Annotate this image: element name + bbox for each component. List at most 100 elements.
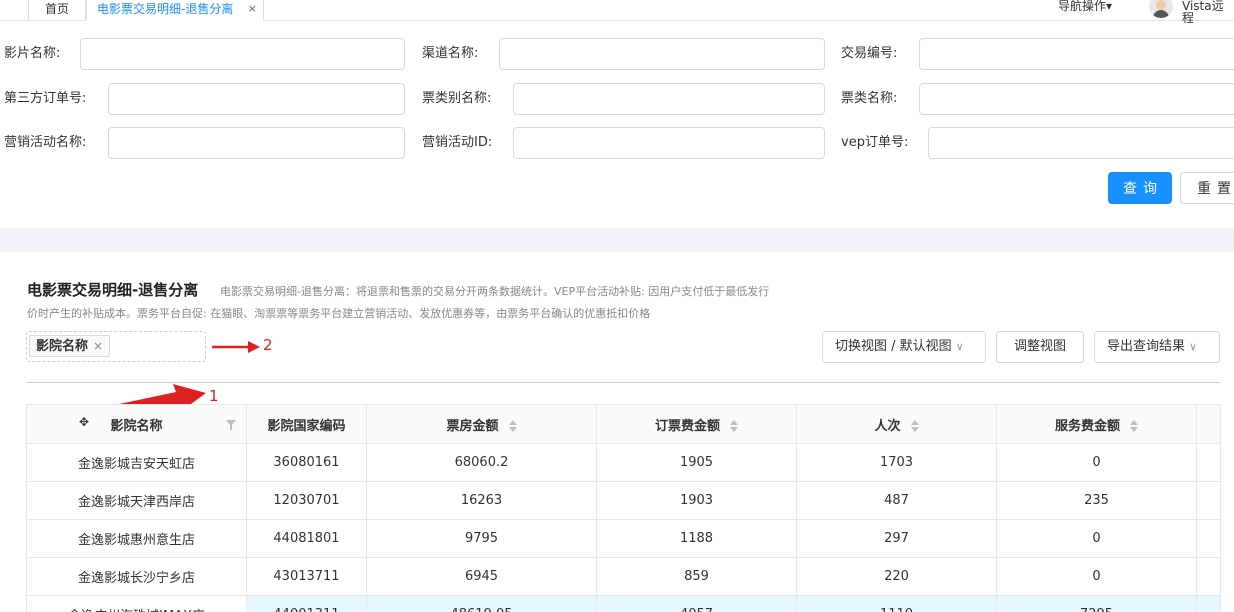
column-header-service-fee[interactable]: 服务费金额 [996, 404, 1197, 444]
table-cell: 297 [796, 519, 997, 558]
table-cell: 859 [596, 557, 797, 596]
trade-no-label: 交易编号: [841, 46, 898, 61]
annotation-number-1: 1 [209, 387, 219, 405]
ticket-type-input[interactable] [919, 83, 1234, 115]
adjust-view-button[interactable]: 调整视图 [996, 331, 1084, 363]
table-cell [1196, 519, 1221, 558]
table-cell: 金逸影城惠州意生店 [26, 519, 247, 558]
tab-ticket-detail[interactable]: 电影票交易明细-退售分离 × [86, 0, 264, 21]
move-icon[interactable]: ✥ [79, 415, 89, 429]
group-by-tag[interactable]: 影院名称 × [29, 335, 111, 357]
user-name[interactable]: Vista远程 [1182, 0, 1234, 24]
tab-ticket-detail-label: 电影票交易明细-退售分离 [97, 2, 234, 16]
annotation-arrow-2 [212, 341, 260, 353]
table-cell: 金逸广州海珠城IMAX店 [26, 595, 247, 612]
table-row[interactable]: 金逸影城天津西岸店 12030701 16263 1903 487 235 [26, 481, 1221, 520]
table-cell: 6945 [366, 557, 597, 596]
channel-name-input[interactable] [499, 38, 825, 70]
toolbar-divider [26, 382, 1220, 383]
table-header-row: ✥ 影院名称 影院国家编码 票房金额 订票费金额 人次 服务费金额 [26, 404, 1221, 444]
table-cell: 487 [796, 481, 997, 520]
table-cell: 220 [796, 557, 997, 596]
table-cell: 1903 [596, 481, 797, 520]
trade-no-input[interactable] [919, 38, 1234, 70]
column-header-label: 影院国家编码 [267, 418, 346, 434]
ticket-category-input[interactable] [513, 83, 825, 115]
table-cell: 36080161 [246, 443, 367, 482]
table-cell: 12030701 [246, 481, 367, 520]
chevron-down-icon: ∨ [1189, 340, 1198, 353]
table-cell: 44001311 [246, 595, 367, 612]
close-icon[interactable]: × [93, 339, 103, 353]
table-cell: 1905 [596, 443, 797, 482]
table-cell: 16263 [366, 481, 597, 520]
table-cell [1196, 481, 1221, 520]
column-header-cinema-code[interactable]: 影院国家编码 [246, 404, 367, 444]
export-label: 导出查询结果 [1107, 339, 1186, 354]
export-dropdown[interactable]: 导出查询结果 ∨ [1094, 331, 1220, 363]
panel-title: 电影票交易明细-退售分离 [27, 281, 199, 299]
table-cell: 1703 [796, 443, 997, 482]
third-order-label: 第三方订单号: [4, 91, 87, 106]
promo-name-label: 营销活动名称: [4, 135, 87, 150]
table-row[interactable]: 金逸影城惠州意生店 44081801 9795 1188 297 0 [26, 519, 1221, 558]
reset-button[interactable]: 重置 [1180, 172, 1234, 204]
table-cell: 0 [996, 443, 1197, 482]
column-header-label: 票房金额 [446, 418, 499, 434]
column-header-cinema-name[interactable]: ✥ 影院名称 [26, 404, 247, 444]
panel-description-line2: 价时产生的补贴成本。票务平台自促: 在猫眼、淘票票等票务平台建立营销活动、发放优… [27, 307, 651, 320]
column-header-box-office[interactable]: 票房金额 [366, 404, 597, 444]
column-header-spacer [1196, 404, 1221, 444]
close-icon[interactable]: × [248, 0, 257, 18]
table-cell: 48619.05 [366, 595, 597, 612]
promo-id-input[interactable] [513, 127, 825, 159]
switch-view-dropdown[interactable]: 切换视图 / 默认视图 ∨ [822, 331, 986, 363]
table-cell: 7295 [996, 595, 1197, 612]
table-cell [1196, 557, 1221, 596]
table-cell: 0 [996, 557, 1197, 596]
table-cell: 1188 [596, 519, 797, 558]
table-cell [1196, 443, 1221, 482]
table-cell: 68060.2 [366, 443, 597, 482]
third-order-input[interactable] [108, 83, 405, 115]
film-name-input[interactable] [80, 38, 405, 70]
filter-icon[interactable] [226, 420, 236, 430]
annotation-number-2: 2 [263, 336, 273, 354]
top-tab-bar: 首页 电影票交易明细-退售分离 × 导航操作▾ Vista远程 [0, 0, 1234, 24]
table-cell: 金逸影城长沙宁乡店 [26, 557, 247, 596]
chevron-down-icon: ∨ [955, 340, 964, 353]
switch-view-label: 切换视图 / 默认视图 [835, 339, 952, 354]
column-header-label: 影院名称 [110, 418, 163, 434]
panel-description-line1: 电影票交易明细-退售分离：将退票和售票的交易分开两条数据统计。VEP平台活动补贴… [220, 285, 770, 298]
table-cell: 44081801 [246, 519, 367, 558]
nav-ops-dropdown[interactable]: 导航操作▾ [1058, 0, 1112, 12]
tab-home[interactable]: 首页 [28, 0, 86, 21]
table-row[interactable]: 金逸影城长沙宁乡店 43013711 6945 859 220 0 [26, 557, 1221, 596]
ticket-category-label: 票类别名称: [422, 91, 492, 106]
column-header-booking-fee[interactable]: 订票费金额 [596, 404, 797, 444]
query-button[interactable]: 查询 [1108, 172, 1172, 204]
vep-order-label: vep订单号: [841, 135, 909, 150]
table-row[interactable]: 金逸广州海珠城IMAX店 44001311 48619.05 4057 1110… [26, 595, 1221, 612]
table-cell: 1110 [796, 595, 997, 612]
sort-icon[interactable] [730, 420, 738, 432]
sort-icon[interactable] [1130, 420, 1138, 432]
sort-icon[interactable] [910, 420, 919, 432]
column-header-label: 人次 [874, 418, 901, 434]
table-cell: 9795 [366, 519, 597, 558]
data-table: ✥ 影院名称 影院国家编码 票房金额 订票费金额 人次 服务费金额 金逸影城吉安… [26, 404, 1221, 612]
vep-order-input[interactable] [928, 127, 1234, 159]
column-header-admissions[interactable]: 人次 [796, 404, 997, 444]
table-cell: 235 [996, 481, 1197, 520]
channel-name-label: 渠道名称: [422, 46, 479, 61]
sort-icon[interactable] [508, 420, 517, 432]
group-by-tag-label: 影院名称 [36, 339, 89, 354]
column-header-label: 服务费金额 [1054, 418, 1120, 434]
table-cell: 金逸影城天津西岸店 [26, 481, 247, 520]
table-row[interactable]: 金逸影城吉安天虹店 36080161 68060.2 1905 1703 0 [26, 443, 1221, 482]
table-cell: 0 [996, 519, 1197, 558]
promo-name-input[interactable] [108, 127, 405, 159]
promo-id-label: 营销活动ID: [422, 135, 493, 150]
table-cell: 金逸影城吉安天虹店 [26, 443, 247, 482]
avatar[interactable] [1149, 0, 1173, 18]
